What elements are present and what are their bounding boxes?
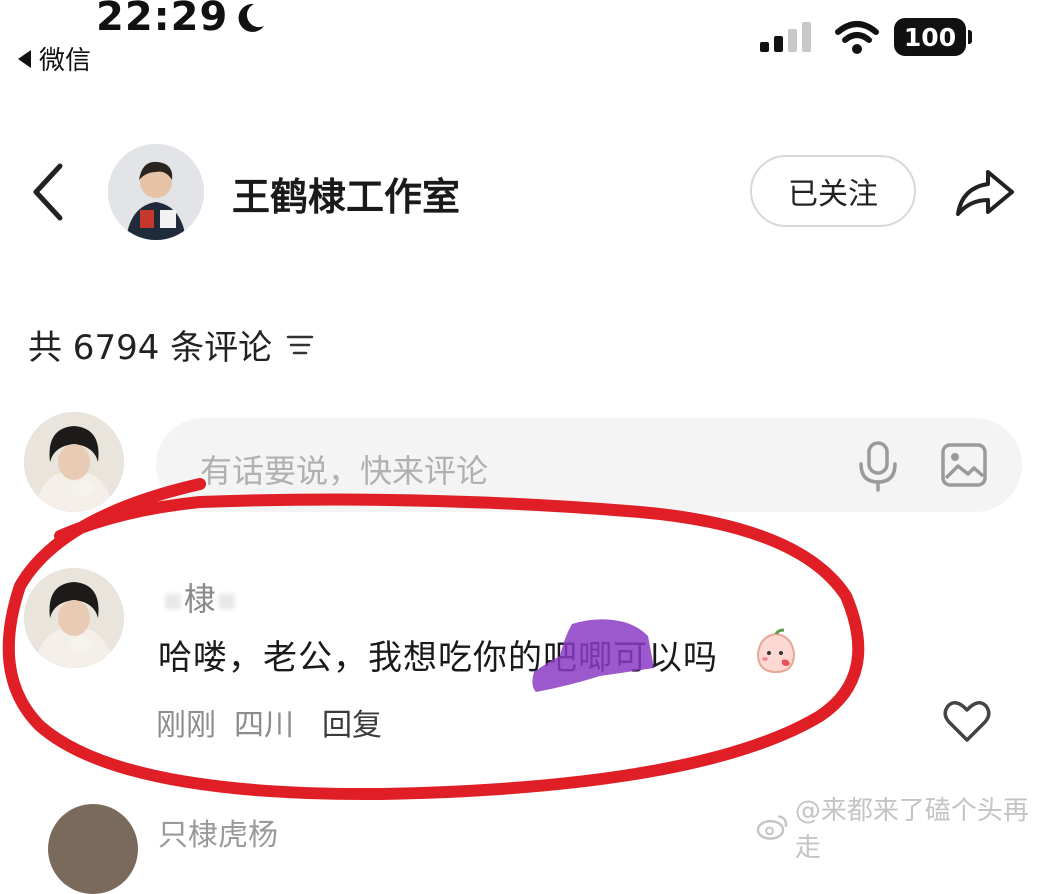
share-icon[interactable] (952, 162, 1018, 222)
comment-count[interactable]: 共 6794 条评论 (28, 320, 314, 369)
cellular-signal-icon (760, 22, 811, 52)
image-icon[interactable] (940, 442, 988, 488)
purple-scribble-redaction (532, 619, 654, 692)
microphone-icon[interactable] (856, 440, 900, 492)
status-time: 22:29 (96, 0, 229, 40)
back-arrow-icon[interactable] (26, 160, 70, 224)
comment-count-label: 共 6794 条评论 (28, 328, 273, 368)
back-to-wechat[interactable]: 微信 (18, 40, 91, 77)
back-triangle-icon (18, 49, 31, 68)
weibo-logo-icon (756, 815, 788, 840)
next-commenter-name[interactable]: 只棣虎杨 (158, 810, 278, 854)
commenter-name-visible: 棣 (183, 580, 216, 618)
reply-button[interactable]: 回复 (322, 700, 382, 744)
studio-avatar-image (108, 144, 204, 240)
next-commenter-avatar[interactable] (48, 804, 138, 894)
studio-avatar[interactable] (108, 144, 204, 240)
comment-meta: 刚刚 四川 回复 (156, 700, 382, 744)
page-title: 王鹤棣工作室 (232, 175, 461, 219)
sort-icon[interactable] (286, 334, 314, 356)
my-avatar (24, 412, 124, 512)
follow-button[interactable]: 已关注 (750, 155, 916, 227)
my-avatar-image (24, 412, 124, 512)
commenter-name[interactable]: ▪棣▪ (162, 574, 237, 620)
peach-emoji-icon (756, 628, 796, 674)
back-app-label: 微信 (39, 46, 92, 76)
watermark-text: @来都来了磕个头再走 (794, 796, 1029, 863)
blurred-name-part: ▪ (162, 580, 184, 618)
weibo-watermark: @来都来了磕个头再走 (756, 790, 1046, 864)
moon-icon (238, 3, 264, 32)
commenter-avatar-image (24, 568, 124, 668)
battery-indicator: 100 (894, 18, 972, 56)
wifi-icon (835, 21, 879, 54)
blurred-name-part: ▪ (215, 580, 238, 618)
comment-input-placeholder: 有话要说，快来评论 (200, 452, 489, 490)
heart-icon[interactable] (942, 698, 992, 744)
commenter-avatar[interactable] (24, 568, 124, 668)
comment-location: 四川 (234, 708, 294, 743)
comment-time: 刚刚 (156, 708, 216, 743)
